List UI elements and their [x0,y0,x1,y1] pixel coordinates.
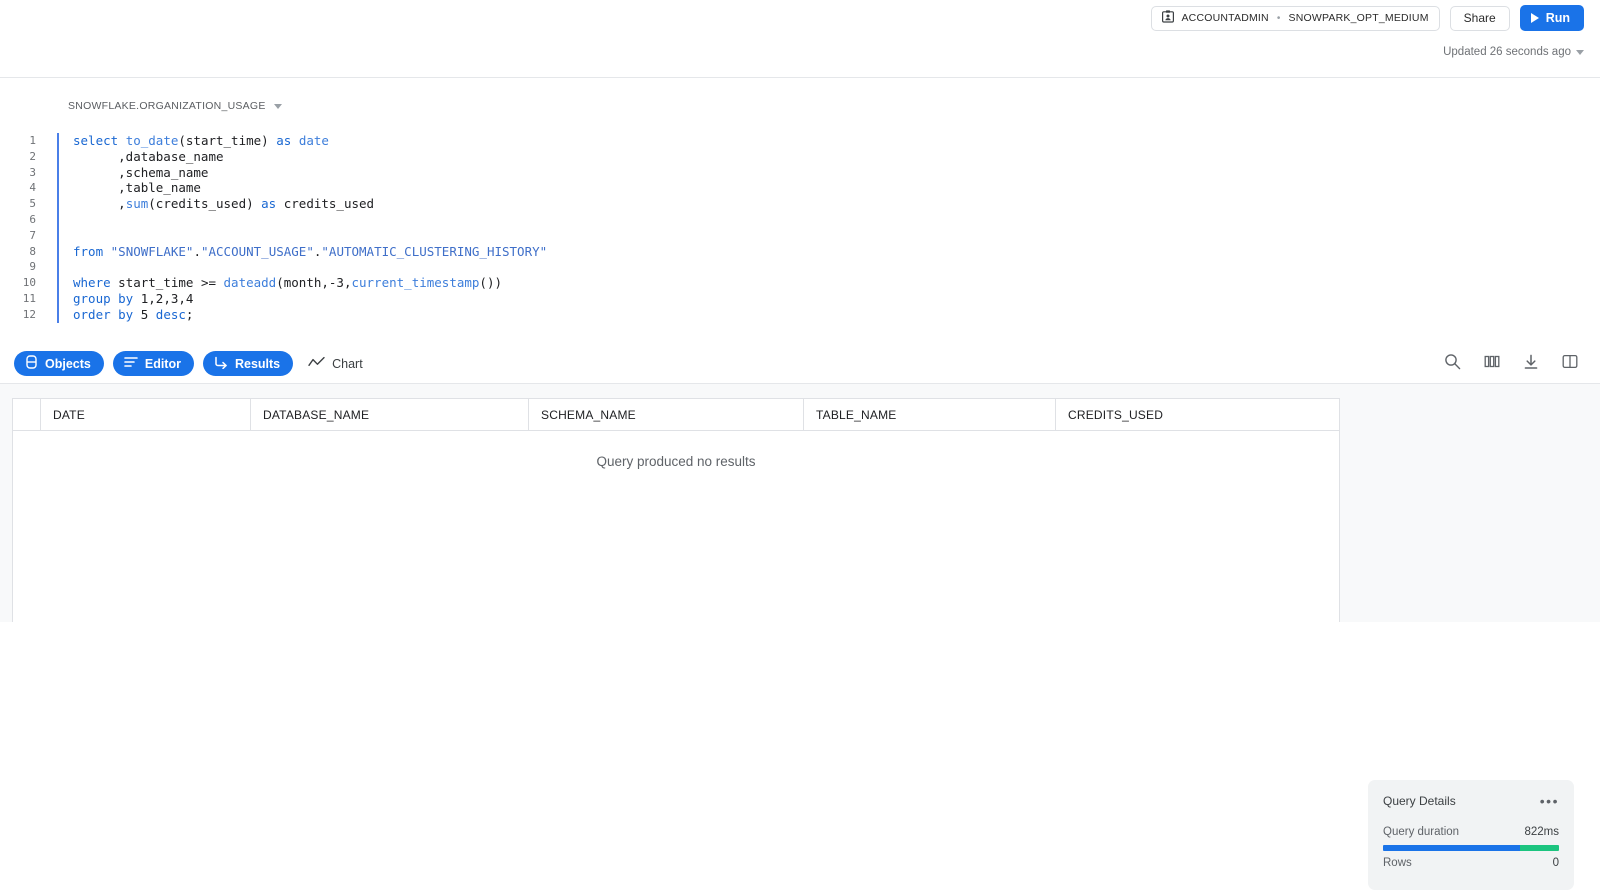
more-horizontal-icon[interactable]: ••• [1540,794,1559,808]
code-line: 6 [0,211,1600,228]
code-text: ,table_name [73,180,201,196]
code-text: group by 1,2,3,4 [73,290,194,306]
tab-editor-label: Editor [144,356,181,371]
code-line: 5 ,sum(credits_used) as credits_used [0,196,1600,212]
search-icon[interactable] [1444,353,1461,370]
code-line: 2 ,database_name [0,148,1600,165]
line-number: 4 [29,181,36,195]
top-bar-actions: ACCOUNTADMIN • SNOWPARK_OPT_MEDIUM Share… [1151,5,1584,31]
query-duration-label: Query duration [1383,826,1460,838]
tab-results-label: Results [234,356,281,371]
duration-bar-segment-blue [1383,845,1521,851]
code-text: ,schema_name [73,164,209,180]
line-number: 1 [29,134,36,147]
line-number: 8 [29,244,36,258]
run-button[interactable]: Run [1519,5,1584,31]
query-details-header: Query Details ••• [1383,794,1559,808]
run-button-label: Run [1545,11,1570,25]
rows-value: 0 [1552,857,1559,869]
results-tools [1444,353,1578,370]
query-details-title: Query Details [1383,794,1456,808]
code-area[interactable]: 1 select to_date(start_time) as date 2 ,… [0,133,1600,323]
arrow-turn-icon [214,356,228,372]
line-number: 2 [29,149,36,163]
database-icon [25,355,38,372]
share-button[interactable]: Share [1449,5,1510,31]
database-schema-label: SNOWFLAKE.ORGANIZATION_USAGE [68,100,266,112]
code-line: 12 order by 5 desc; [0,306,1600,323]
code-line: 8 from "SNOWFLAKE"."ACCOUNT_USAGE"."AUTO… [0,243,1600,260]
lines-icon [124,356,138,371]
code-line: 7 [0,227,1600,244]
column-header-database-name[interactable]: DATABASE_NAME [251,399,529,430]
query-duration-value: 822ms [1524,826,1559,838]
line-number: 7 [29,228,36,242]
duration-bar-segment-green [1520,845,1559,851]
updated-status[interactable]: Updated 26 seconds ago [1443,46,1584,58]
code-line: 9 [0,259,1600,276]
updated-label: Updated 26 seconds ago [1443,46,1571,58]
line-chart-icon [308,356,325,371]
query-duration-row: Query duration 822ms [1383,826,1559,838]
chip-separator: • [1276,12,1281,24]
code-line: 10 where start_time >= dateadd(month,-3,… [0,275,1600,291]
results-panel: DATE DATABASE_NAME SCHEMA_NAME TABLE_NAM… [0,384,1600,890]
role-warehouse-chip[interactable]: ACCOUNTADMIN • SNOWPARK_OPT_MEDIUM [1151,5,1440,31]
rows-row: Rows 0 [1383,857,1559,869]
chevron-down-icon [273,103,282,109]
tab-objects-label: Objects [45,356,91,371]
code-text: from "SNOWFLAKE"."ACCOUNT_USAGE"."AUTOMA… [73,243,548,259]
empty-results-message: Query produced no results [596,453,756,469]
code-text: ,database_name [73,148,224,164]
tab-results[interactable]: Results [202,351,294,376]
column-header-credits-used[interactable]: CREDITS_USED [1056,399,1339,430]
role-label: ACCOUNTADMIN [1181,12,1269,24]
code-text: select to_date(start_time) as date [73,133,329,148]
line-number: 5 [29,197,36,211]
tab-chart-label: Chart [332,356,363,371]
database-schema-selector[interactable]: SNOWFLAKE.ORGANIZATION_USAGE [68,100,282,112]
warehouse-label: SNOWPARK_OPT_MEDIUM [1288,12,1429,24]
panel-tabs: Objects Editor Results Chart [14,351,376,376]
download-icon[interactable] [1523,354,1539,370]
panel-toolbar: Objects Editor Results Chart [0,344,1600,384]
columns-icon[interactable] [1484,354,1500,369]
row-number-header [13,399,41,430]
split-panel-icon[interactable] [1562,354,1578,369]
play-icon [1530,13,1539,23]
column-header-schema-name[interactable]: SCHEMA_NAME [529,399,804,430]
chevron-down-icon [1576,49,1584,55]
tab-chart[interactable]: Chart [302,351,376,376]
sql-editor: SNOWFLAKE.ORGANIZATION_USAGE 1 select to… [0,78,1600,344]
id-badge-icon [1162,10,1175,26]
results-header-row: DATE DATABASE_NAME SCHEMA_NAME TABLE_NAM… [13,399,1339,431]
line-number: 10 [22,276,36,290]
query-details-panel: Query Details ••• Query duration 822ms R… [1368,780,1574,890]
rows-label: Rows [1383,857,1412,869]
code-line: 4 ,table_name [0,180,1600,197]
top-bar: ACCOUNTADMIN • SNOWPARK_OPT_MEDIUM Share… [0,0,1600,78]
line-number: 11 [22,291,36,305]
code-line: 3 ,schema_name [0,164,1600,181]
line-number: 3 [29,165,36,179]
code-text: where start_time >= dateadd(month,-3,cur… [73,275,502,291]
line-number: 6 [29,212,36,226]
query-duration-bar [1383,845,1559,851]
column-header-table-name[interactable]: TABLE_NAME [804,399,1056,430]
line-number: 12 [22,307,36,321]
column-header-date[interactable]: DATE [41,399,251,430]
code-line: 1 select to_date(start_time) as date [0,133,1600,149]
line-number: 9 [29,260,36,274]
code-text: order by 5 desc; [73,306,194,322]
code-line: 11 group by 1,2,3,4 [0,290,1600,307]
tab-editor[interactable]: Editor [112,351,194,376]
code-text: ,sum(credits_used) as credits_used [73,196,375,212]
results-grid: DATE DATABASE_NAME SCHEMA_NAME TABLE_NAM… [12,398,1340,622]
tab-objects[interactable]: Objects [14,351,104,376]
